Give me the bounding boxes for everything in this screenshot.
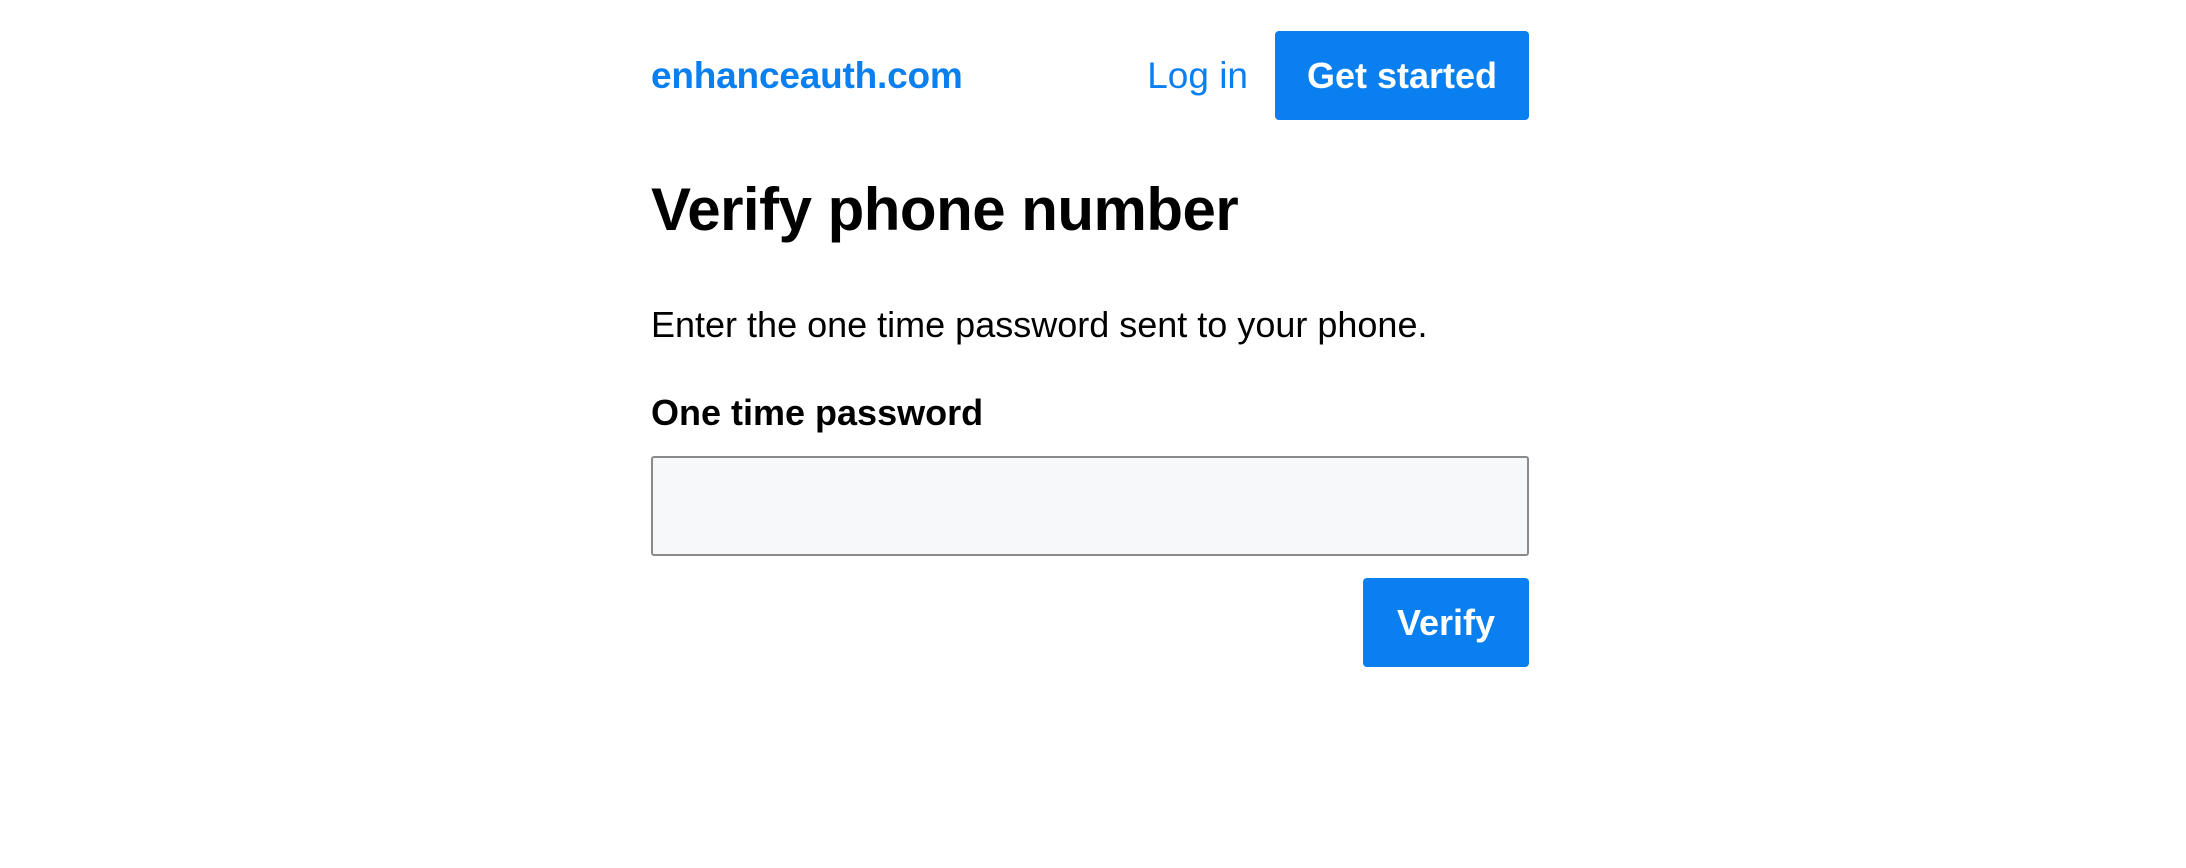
instruction-text: Enter the one time password sent to your… [651,304,1428,345]
otp-input[interactable] [651,456,1529,556]
login-link[interactable]: Log in [1147,50,1248,102]
main-container: enhanceauth.com Log in Get started Verif… [651,0,1529,667]
verify-button[interactable]: Verify [1363,578,1529,667]
get-started-button[interactable]: Get started [1275,31,1529,120]
otp-label: One time password [651,392,984,433]
site-header: enhanceauth.com Log in Get started [651,0,1529,150]
page: enhanceauth.com Log in Get started Verif… [0,0,2186,868]
header-nav: Log in Get started [1147,31,1529,120]
page-title: Verify phone number [651,176,1239,243]
brand-link[interactable]: enhanceauth.com [651,50,963,102]
